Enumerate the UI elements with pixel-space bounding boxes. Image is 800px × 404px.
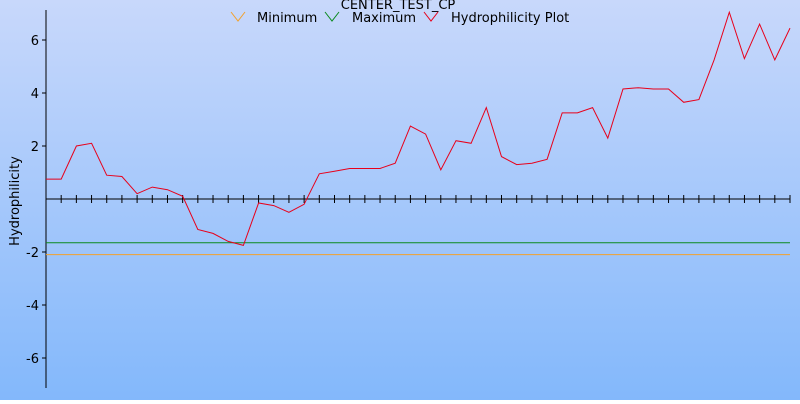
y-tick-label: -6 — [26, 352, 39, 367]
chart-root: CENTER_TEST_CP MinimumMaximumHydrophilic… — [0, 0, 800, 400]
y-tick-label: 6 — [31, 34, 39, 49]
legend-label-maximum: Maximum — [352, 11, 416, 26]
y-tick-label: -2 — [26, 246, 39, 261]
legend: Minimum Maximum Hydrophilicity Plot — [231, 11, 569, 26]
hydrophilicity-chart: CENTER_TEST_CP MinimumMaximumHydrophilic… — [0, 0, 800, 400]
legend-label-hydrophilicity-plot: Hydrophilicity Plot — [451, 11, 569, 26]
y-axis-title: Hydrophilicity — [8, 156, 23, 246]
y-tick-label: 2 — [31, 140, 39, 155]
legend-label-minimum: Minimum — [257, 11, 317, 26]
y-tick-label: 4 — [31, 87, 39, 102]
y-tick-label: -4 — [26, 299, 39, 314]
chart-background — [0, 0, 800, 400]
